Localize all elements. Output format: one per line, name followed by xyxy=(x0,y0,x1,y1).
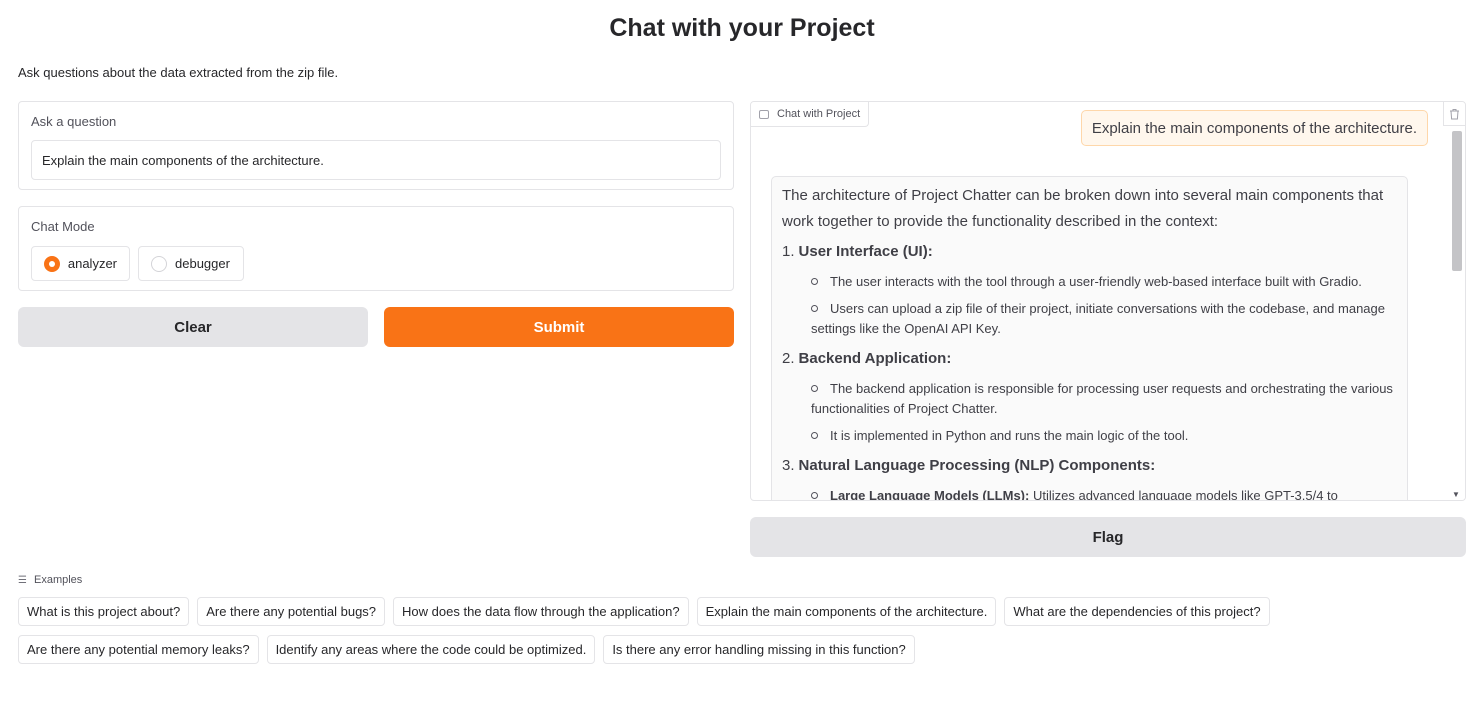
bot-section: 3. Natural Language Processing (NLP) Comp… xyxy=(782,453,1397,501)
bullet-bold-text: Large Language Models (LLMs): xyxy=(830,488,1030,501)
section-title: Backend Application: xyxy=(798,350,952,367)
flag-button[interactable]: Flag xyxy=(750,517,1466,557)
bot-section: 2. Backend Application: The backend appli… xyxy=(782,346,1397,446)
scroll-thumb[interactable] xyxy=(1452,131,1462,271)
example-button[interactable]: Explain the main components of the archi… xyxy=(696,597,997,626)
radio-checked-icon[interactable] xyxy=(44,255,60,272)
bullet-icon xyxy=(811,385,818,392)
bot-message: The architecture of Project Chatter can … xyxy=(771,176,1408,501)
submit-button[interactable]: Submit xyxy=(384,307,734,347)
user-message: Explain the main components of the archi… xyxy=(1080,110,1428,146)
chatbot-label-tag: Chat with Project xyxy=(751,102,870,127)
bullet-text: It is implemented in Python and runs the… xyxy=(830,428,1189,443)
section-bullet: The user interacts with the tool through… xyxy=(811,272,1397,292)
chat-scrollbar[interactable]: ▼ xyxy=(1449,126,1465,500)
example-button[interactable]: Are there any potential bugs? xyxy=(197,597,386,626)
bullet-text: The backend application is responsible f… xyxy=(811,381,1393,416)
bullet-icon xyxy=(811,305,818,312)
examples-row-2: Are there any potential memory leaks? Id… xyxy=(18,635,915,664)
section-title: Natural Language Processing (NLP) Compon… xyxy=(798,457,1156,474)
bullet-text: Utilizes advanced language models like G… xyxy=(1029,488,1338,501)
examples-label-text: Examples xyxy=(34,574,83,586)
example-button[interactable]: Is there any error handling missing in t… xyxy=(603,635,915,664)
bot-intro: The architecture of Project Chatter can … xyxy=(782,187,1384,230)
section-number: 3. xyxy=(782,457,795,474)
section-number: 1. xyxy=(782,243,795,260)
question-label: Ask a question xyxy=(31,114,117,129)
example-button[interactable]: How does the data flow through the appli… xyxy=(393,597,689,626)
section-bullet: Large Language Models (LLMs): Utilizes a… xyxy=(811,486,1397,501)
trash-icon[interactable] xyxy=(1443,102,1465,126)
example-button[interactable]: Identify any areas where the code could … xyxy=(266,635,596,664)
chat-bubble-icon xyxy=(759,109,769,119)
section-bullet: Users can upload a zip file of their pro… xyxy=(811,299,1397,339)
section-bullet: It is implemented in Python and runs the… xyxy=(811,426,1397,446)
radio-analyzer[interactable]: analyzer xyxy=(31,246,130,281)
question-input[interactable] xyxy=(31,140,721,180)
example-button[interactable]: Are there any potential memory leaks? xyxy=(18,635,259,664)
page-title: Chat with your Project xyxy=(609,14,875,42)
bullet-icon xyxy=(811,278,818,285)
chat-mode-panel: Chat Mode analyzer debugger xyxy=(18,206,734,291)
example-button[interactable]: What is this project about? xyxy=(18,597,190,626)
section-number: 2. xyxy=(782,350,795,367)
section-bullet: The backend application is responsible f… xyxy=(811,379,1397,419)
radio-debugger[interactable]: debugger xyxy=(138,246,244,281)
section-title: User Interface (UI): xyxy=(798,243,933,260)
bot-section: 1. User Interface (UI): The user interact… xyxy=(782,239,1397,339)
bullet-text: Users can upload a zip file of their pro… xyxy=(811,301,1385,336)
bot-sections: 1. User Interface (UI): The user interact… xyxy=(782,239,1397,501)
chat-mode-label: Chat Mode xyxy=(31,219,95,234)
chatbot-panel: Chat with Project ▼ Explain the main com… xyxy=(750,101,1466,501)
bullet-icon xyxy=(811,432,818,439)
example-button[interactable]: What are the dependencies of this projec… xyxy=(1004,597,1270,626)
question-panel: Ask a question xyxy=(18,101,734,190)
list-icon: ☰ xyxy=(18,574,27,586)
page-description: Ask questions about the data extracted f… xyxy=(18,65,339,80)
bullet-icon xyxy=(811,492,818,499)
chatbot-label: Chat with Project xyxy=(777,108,861,120)
examples-row-1: What is this project about? Are there an… xyxy=(18,597,1270,626)
radio-unchecked-icon[interactable] xyxy=(151,255,167,272)
bullet-text: The user interacts with the tool through… xyxy=(830,274,1362,289)
radio-debugger-label: debugger xyxy=(175,256,230,271)
clear-button[interactable]: Clear xyxy=(18,307,368,347)
radio-analyzer-label: analyzer xyxy=(67,256,117,271)
examples-label: ☰ Examples xyxy=(18,574,82,586)
scroll-down-arrow-icon[interactable]: ▼ xyxy=(1452,490,1460,499)
